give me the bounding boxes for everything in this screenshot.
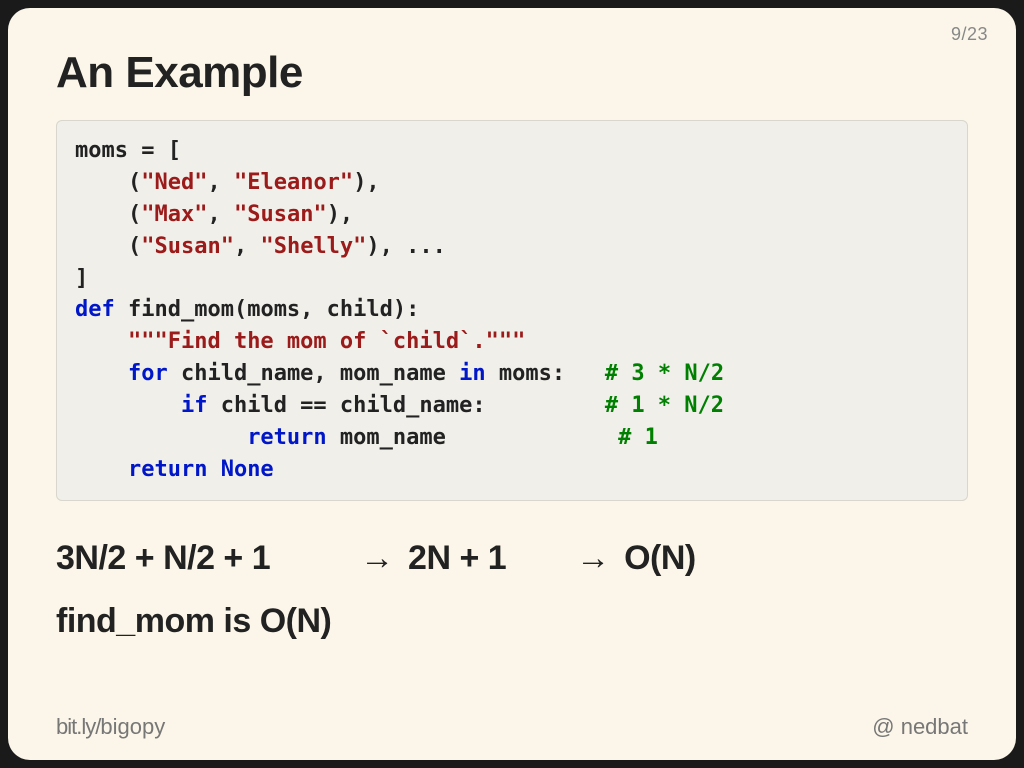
code-text: , — [234, 234, 261, 259]
code-keyword: return None — [128, 457, 274, 482]
slide-title: An Example — [56, 48, 968, 98]
code-comment: # 1 — [618, 425, 658, 450]
math-derivation: 3N/2 + N/2 + 1 → 2N + 1 → O(N) — [56, 539, 968, 578]
arrow-icon: → — [576, 539, 606, 578]
code-text: ), ... — [366, 234, 445, 259]
math-part-1: 3N/2 + N/2 + 1 — [56, 539, 270, 577]
code-keyword: for — [128, 361, 168, 386]
code-text — [75, 457, 128, 482]
code-text: child_name, mom_name — [168, 361, 459, 386]
footer-url-slug: bigopy — [100, 714, 165, 739]
code-text: ), — [353, 170, 380, 195]
code-text: find_mom(moms, child): — [115, 297, 420, 322]
code-keyword: return — [247, 425, 326, 450]
code-line: ( — [75, 234, 141, 259]
code-text: moms: — [486, 361, 605, 386]
code-string: "Max" — [141, 202, 207, 227]
footer-left: bit.ly/bigopy — [56, 714, 165, 740]
footer: bit.ly/bigopy @ nedbat — [56, 714, 968, 740]
code-line: moms = [ — [75, 138, 181, 163]
code-text: ), — [327, 202, 354, 227]
arrow-icon: → — [360, 539, 390, 578]
code-string: "Susan" — [141, 234, 234, 259]
code-comment: # 3 * N/2 — [605, 361, 724, 386]
code-keyword: in — [459, 361, 486, 386]
math-part-2: 2N + 1 — [408, 539, 506, 577]
code-line: ( — [75, 202, 141, 227]
code-string: "Susan" — [234, 202, 327, 227]
code-text — [75, 361, 128, 386]
footer-at-sign: @ — [872, 714, 894, 739]
code-keyword: def — [75, 297, 115, 322]
code-text: mom_name — [327, 425, 618, 450]
code-text: , — [207, 170, 234, 195]
slide: 9/23 An Example moms = [ ("Ned", "Eleano… — [8, 8, 1016, 760]
code-comment: # 1 * N/2 — [605, 393, 724, 418]
footer-handle: nedbat — [901, 714, 968, 739]
code-text: , — [207, 202, 234, 227]
footer-url-prefix: bit.ly/ — [56, 714, 100, 739]
page-number: 9/23 — [951, 24, 988, 45]
code-string: "Ned" — [141, 170, 207, 195]
code-line: ] — [75, 266, 88, 291]
code-docstring: """Find the mom of `child`.""" — [128, 329, 525, 354]
footer-right: @ nedbat — [872, 714, 968, 740]
math-part-3: O(N) — [624, 539, 696, 577]
code-keyword: if — [181, 393, 208, 418]
conclusion: find_mom is O(N) — [56, 602, 968, 641]
code-line: ( — [75, 170, 141, 195]
code-text — [75, 329, 128, 354]
code-string: "Shelly" — [260, 234, 366, 259]
code-text — [75, 425, 247, 450]
code-text — [75, 393, 181, 418]
code-string: "Eleanor" — [234, 170, 353, 195]
code-block: moms = [ ("Ned", "Eleanor"), ("Max", "Su… — [56, 120, 968, 501]
code-text: child == child_name: — [207, 393, 604, 418]
